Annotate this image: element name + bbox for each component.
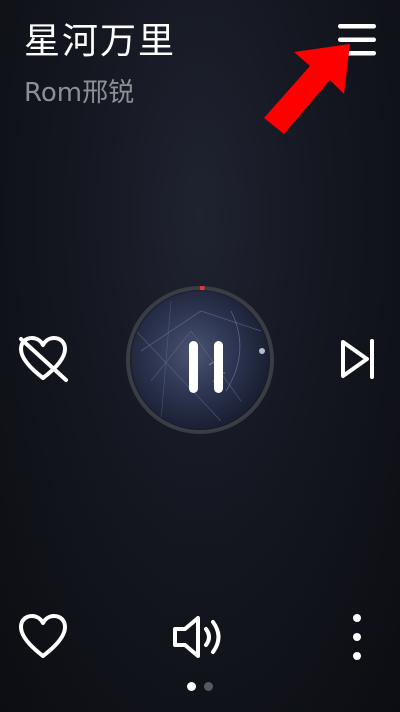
artist-name: Rom邢锐 <box>24 78 135 108</box>
volume-button[interactable] <box>170 612 230 662</box>
song-title: 星河万里 <box>24 21 177 62</box>
more-button[interactable] <box>340 612 374 662</box>
more-vertical-icon <box>353 614 361 660</box>
page-dot[interactable] <box>187 682 196 691</box>
skip-next-icon <box>341 339 374 379</box>
volume-icon <box>173 616 221 658</box>
pause-icon <box>189 341 223 393</box>
album-art <box>131 291 269 429</box>
page-dot[interactable] <box>204 682 213 691</box>
menu-button[interactable] <box>332 18 382 62</box>
heart-off-icon <box>19 336 68 382</box>
like-button[interactable] <box>16 612 70 662</box>
menu-icon <box>338 24 376 56</box>
next-track-button[interactable] <box>336 334 380 384</box>
dislike-button[interactable] <box>16 334 70 384</box>
page-indicator <box>0 682 400 694</box>
heart-icon <box>19 614 67 658</box>
play-pause-button[interactable] <box>124 284 276 436</box>
